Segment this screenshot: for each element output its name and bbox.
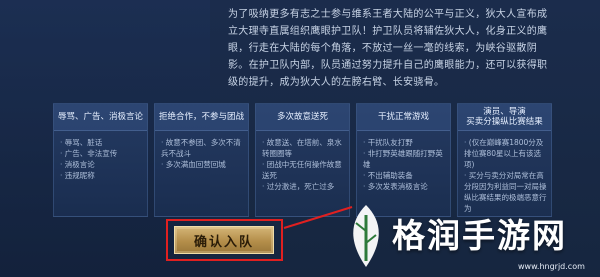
watermark-logo: 格润手游网 www.hngrjd.com <box>340 199 600 277</box>
watermark-url: www.hngrjd.com <box>518 262 585 271</box>
watermark-brand: 格润手游网 <box>392 216 567 255</box>
leaf-logo-icon <box>353 205 379 267</box>
